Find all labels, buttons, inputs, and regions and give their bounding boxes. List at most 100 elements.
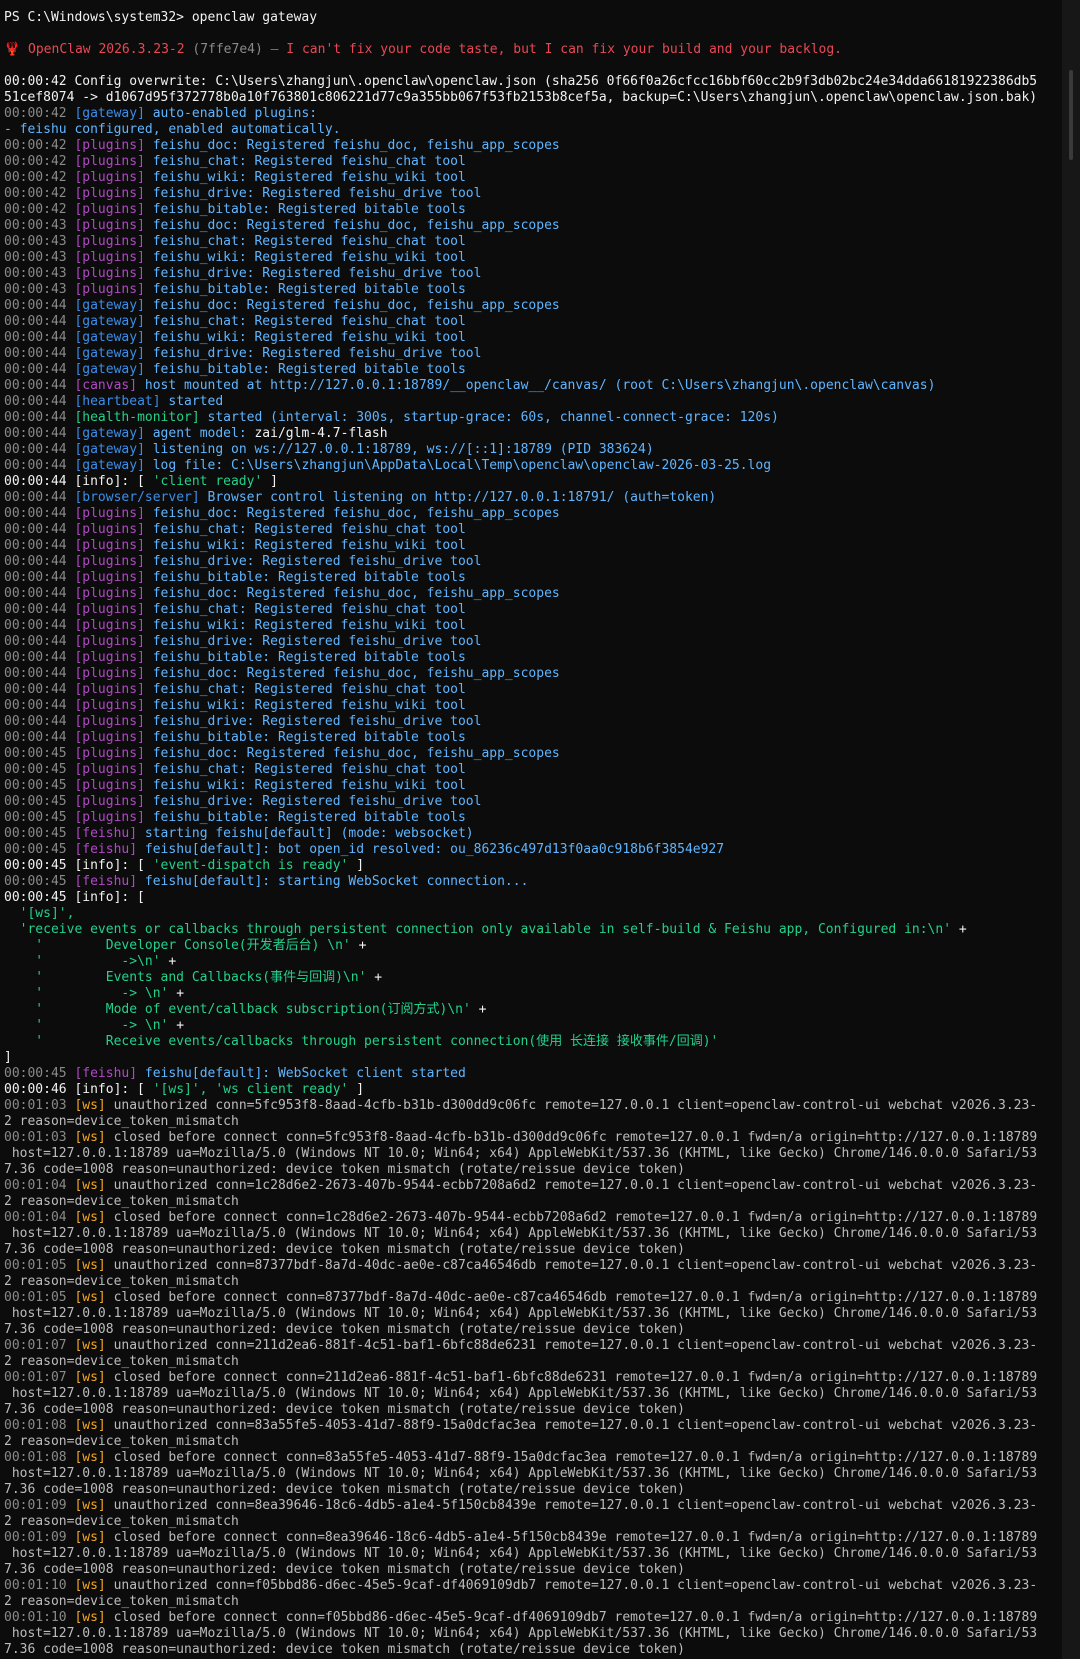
terminal-line-segment: 00:00:44 — [4, 602, 75, 617]
terminal-line-segment: feishu_chat: Registered feishu_chat tool — [152, 762, 466, 777]
terminal-line-segment: feishu_drive: Registered feishu_drive to… — [152, 794, 482, 809]
terminal-line-segment: feishu_chat: Registered feishu_chat tool — [152, 602, 466, 617]
terminal-line-segment: 00:00:43 — [4, 282, 75, 297]
terminal-line-segment: [plugins] — [74, 650, 153, 665]
terminal-line: 00:00:45 [feishu] starting feishu[defaul… — [4, 826, 1062, 842]
terminal-line-segment: 00:00:44 — [4, 698, 75, 713]
terminal-line-segment: 00:00:45 — [4, 826, 75, 841]
terminal-line-segment: ' -> \n' — [4, 986, 169, 1001]
terminal-line-segment: starting feishu[default] (mode: websocke… — [144, 826, 474, 841]
terminal-line: 00:00:44 [plugins] feishu_drive: Registe… — [4, 714, 1062, 730]
terminal-line-segment: ] — [262, 474, 278, 489]
terminal-line-segment: host mounted at http://127.0.0.1:18789/_… — [144, 378, 936, 393]
terminal-line-segment: [gateway] — [74, 458, 153, 473]
terminal-line-segment: feishu_drive: Registered feishu_drive to… — [152, 186, 482, 201]
vertical-scrollbar[interactable] — [1062, 0, 1080, 1659]
terminal-line-segment: [ws] — [74, 1338, 114, 1353]
terminal-line-segment: [feishu] — [74, 1066, 145, 1081]
terminal-line: ] — [4, 1050, 1062, 1066]
terminal-line-segment: feishu_doc: Registered feishu_doc, feish… — [152, 218, 560, 233]
terminal-line-segment: [plugins] — [74, 570, 153, 585]
terminal-line-segment: [plugins] — [74, 506, 153, 521]
terminal-line: 00:00:43 [plugins] feishu_drive: Registe… — [4, 266, 1062, 282]
terminal-line-segment: [plugins] — [74, 538, 153, 553]
terminal-line-segment: 2 reason=device_token_mismatch — [4, 1514, 239, 1529]
terminal-line: 7.36 code=1008 reason=unauthorized: devi… — [4, 1642, 1062, 1658]
terminal-line-segment: feishu_drive: Registered feishu_drive to… — [152, 266, 482, 281]
terminal-line: 00:01:03 [ws] closed before connect conn… — [4, 1130, 1062, 1146]
terminal-line: 00:00:44 [plugins] feishu_chat: Register… — [4, 602, 1062, 618]
terminal-line: 00:00:44 [plugins] feishu_bitable: Regis… — [4, 570, 1062, 586]
terminal-line: '[ws]', — [4, 906, 1062, 922]
terminal-line-segment: 00:00:44 — [4, 554, 75, 569]
terminal-line-segment: 00:00:44 — [4, 506, 75, 521]
terminal-line-segment: 🦞 OpenClaw 2026.3.23-2 — [4, 42, 193, 57]
terminal-line-segment: 00:00:45 — [4, 874, 75, 889]
terminal-line-segment: [plugins] — [74, 794, 153, 809]
terminal-line-segment: [plugins] — [74, 202, 153, 217]
terminal-line-segment: [ws] — [74, 1178, 114, 1193]
terminal-line-segment: [plugins] — [74, 714, 153, 729]
terminal-line-segment: host=127.0.0.1:18789 ua=Mozilla/5.0 (Win… — [4, 1466, 1038, 1481]
scrollbar-thumb[interactable] — [1069, 70, 1073, 160]
terminal-line-segment: [plugins] — [74, 634, 153, 649]
terminal-line: ' Mode of event/callback subscription(订阅… — [4, 1002, 1062, 1018]
terminal-line: ' ->\n' + — [4, 954, 1062, 970]
terminal-line: 00:00:45 [feishu] feishu[default]: bot o… — [4, 842, 1062, 858]
terminal-line: 7.36 code=1008 reason=unauthorized: devi… — [4, 1322, 1062, 1338]
terminal-line-segment: 00:00:44 — [4, 362, 75, 377]
terminal-line-segment: + — [350, 938, 367, 953]
terminal-line: 7.36 code=1008 reason=unauthorized: devi… — [4, 1162, 1062, 1178]
terminal-line: 00:00:45 [plugins] feishu_bitable: Regis… — [4, 810, 1062, 826]
terminal-line: 2 reason=device_token_mismatch — [4, 1434, 1062, 1450]
terminal-line: 2 reason=device_token_mismatch — [4, 1354, 1062, 1370]
terminal-line-segment: ] — [348, 858, 365, 873]
terminal-line-segment: — I can't fix your code taste, but I can… — [262, 42, 843, 57]
terminal-line: 00:00:45 [plugins] feishu_doc: Registere… — [4, 746, 1062, 762]
terminal-line-segment: unauthorized conn=83a55fe5-4053-41d7-88f… — [113, 1418, 1038, 1433]
terminal-line: 00:00:42 [plugins] feishu_wiki: Register… — [4, 170, 1062, 186]
terminal-line-segment: PS C:\Windows\system32> — [4, 10, 192, 25]
terminal-line-segment: closed before connect conn=8ea39646-18c6… — [113, 1530, 1038, 1545]
terminal-line: 00:00:44 [plugins] feishu_chat: Register… — [4, 682, 1062, 698]
terminal-line-segment: feishu_bitable: Registered bitable tools — [152, 362, 466, 377]
terminal-line-segment: [ws] — [74, 1210, 114, 1225]
terminal-line-segment: [ws] — [74, 1418, 114, 1433]
terminal-output[interactable]: PS C:\Windows\system32> openclaw gateway… — [0, 0, 1062, 1659]
terminal-line-segment: 2 reason=device_token_mismatch — [4, 1274, 239, 1289]
terminal-line-segment: feishu_drive: Registered feishu_drive to… — [152, 554, 482, 569]
terminal-line: 00:00:45 [feishu] feishu[default]: start… — [4, 874, 1062, 890]
terminal-line: 00:00:44 [canvas] host mounted at http:/… — [4, 378, 1062, 394]
terminal-line: 'receive events or callbacks through per… — [4, 922, 1062, 938]
terminal-line-segment: 7.36 code=1008 reason=unauthorized: devi… — [4, 1562, 685, 1577]
terminal-line-segment: openclaw gateway — [191, 10, 318, 25]
terminal-line: 00:00:44 [health-monitor] started (inter… — [4, 410, 1062, 426]
terminal-line-segment: 00:00:44 — [4, 650, 75, 665]
terminal-line: 00:00:45 [plugins] feishu_wiki: Register… — [4, 778, 1062, 794]
terminal-line-segment: Browser control listening on http://127.… — [207, 490, 717, 505]
terminal-line-segment: [gateway] — [74, 330, 153, 345]
terminal-line: 00:00:43 [plugins] feishu_doc: Registere… — [4, 218, 1062, 234]
terminal-line: host=127.0.0.1:18789 ua=Mozilla/5.0 (Win… — [4, 1226, 1062, 1242]
terminal-line: 00:00:46 [info]: [ '[ws]', 'ws client re… — [4, 1082, 1062, 1098]
terminal-line-segment: unauthorized conn=87377bdf-8a7d-40dc-ae0… — [113, 1258, 1038, 1273]
terminal-line-segment: agent model: — [152, 426, 255, 441]
terminal-line-segment: closed before connect conn=83a55fe5-4053… — [113, 1450, 1038, 1465]
terminal-line-segment: [gateway] — [74, 442, 153, 457]
terminal-line-segment: + — [160, 954, 177, 969]
terminal-line-segment: feishu_chat: Registered feishu_chat tool — [152, 682, 466, 697]
terminal-line: 00:00:44 [heartbeat] started — [4, 394, 1062, 410]
terminal-line: ' Receive events/callbacks through persi… — [4, 1034, 1062, 1050]
terminal-line-segment: [plugins] — [74, 682, 153, 697]
terminal-line-segment: ' Receive events/callbacks through persi… — [4, 1034, 719, 1049]
terminal-line-segment: feishu_wiki: Registered feishu_wiki tool — [152, 538, 466, 553]
terminal-line: host=127.0.0.1:18789 ua=Mozilla/5.0 (Win… — [4, 1626, 1062, 1642]
terminal-line-segment: 00:01:10 — [4, 1578, 75, 1593]
terminal-line-segment: 00:01:05 — [4, 1290, 75, 1305]
terminal-line-segment: [plugins] — [74, 666, 153, 681]
terminal-line: 00:00:44 [gateway] feishu_chat: Register… — [4, 314, 1062, 330]
terminal-line-segment: feishu_doc: Registered feishu_doc, feish… — [152, 586, 560, 601]
terminal-line: 00:01:03 [ws] unauthorized conn=5fc953f8… — [4, 1098, 1062, 1114]
